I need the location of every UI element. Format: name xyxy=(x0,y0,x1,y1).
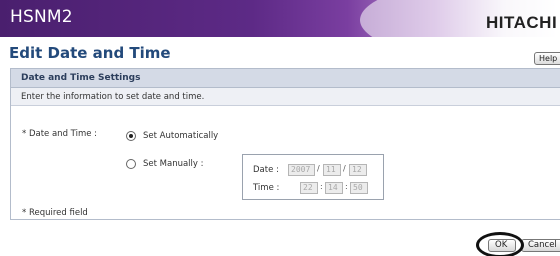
cancel-button[interactable]: Cancel xyxy=(521,239,560,252)
panel-title: Date and Time Settings xyxy=(11,69,560,88)
time-separator: : xyxy=(320,182,323,191)
date-label: Date : xyxy=(253,165,279,175)
help-button[interactable]: Help xyxy=(534,52,560,65)
app-title: HSNM2 xyxy=(10,7,73,27)
time-label: Time : xyxy=(253,183,280,193)
time-separator: : xyxy=(345,182,348,191)
ok-button[interactable]: OK xyxy=(488,239,516,252)
time-minute-input[interactable]: 14 xyxy=(325,182,343,194)
set-manually-label[interactable]: Set Manually : xyxy=(143,159,204,169)
time-hour-input[interactable]: 22 xyxy=(300,182,318,194)
set-automatically-radio[interactable] xyxy=(126,131,136,141)
page-title: Edit Date and Time xyxy=(9,44,171,62)
manual-datetime-group: Date : 2007 / 11 / 12 Time : 22 : 14 : 5… xyxy=(242,154,384,200)
date-day-input[interactable]: 12 xyxy=(349,164,367,176)
date-separator: / xyxy=(317,164,320,173)
time-second-input[interactable]: 50 xyxy=(350,182,368,194)
panel-description: Enter the information to set date and ti… xyxy=(11,88,560,106)
top-banner: HSNM2 HITACHI xyxy=(0,0,560,37)
date-time-field-label: * Date and Time : xyxy=(22,129,98,139)
set-automatically-label[interactable]: Set Automatically xyxy=(143,131,218,141)
date-separator: / xyxy=(343,164,346,173)
date-year-input[interactable]: 2007 xyxy=(288,164,315,176)
set-manually-radio[interactable] xyxy=(126,159,136,169)
date-month-input[interactable]: 11 xyxy=(323,164,341,176)
required-field-note: * Required field xyxy=(22,208,88,218)
brand-logo: HITACHI xyxy=(486,13,558,32)
settings-panel: Date and Time Settings Enter the informa… xyxy=(10,68,560,220)
